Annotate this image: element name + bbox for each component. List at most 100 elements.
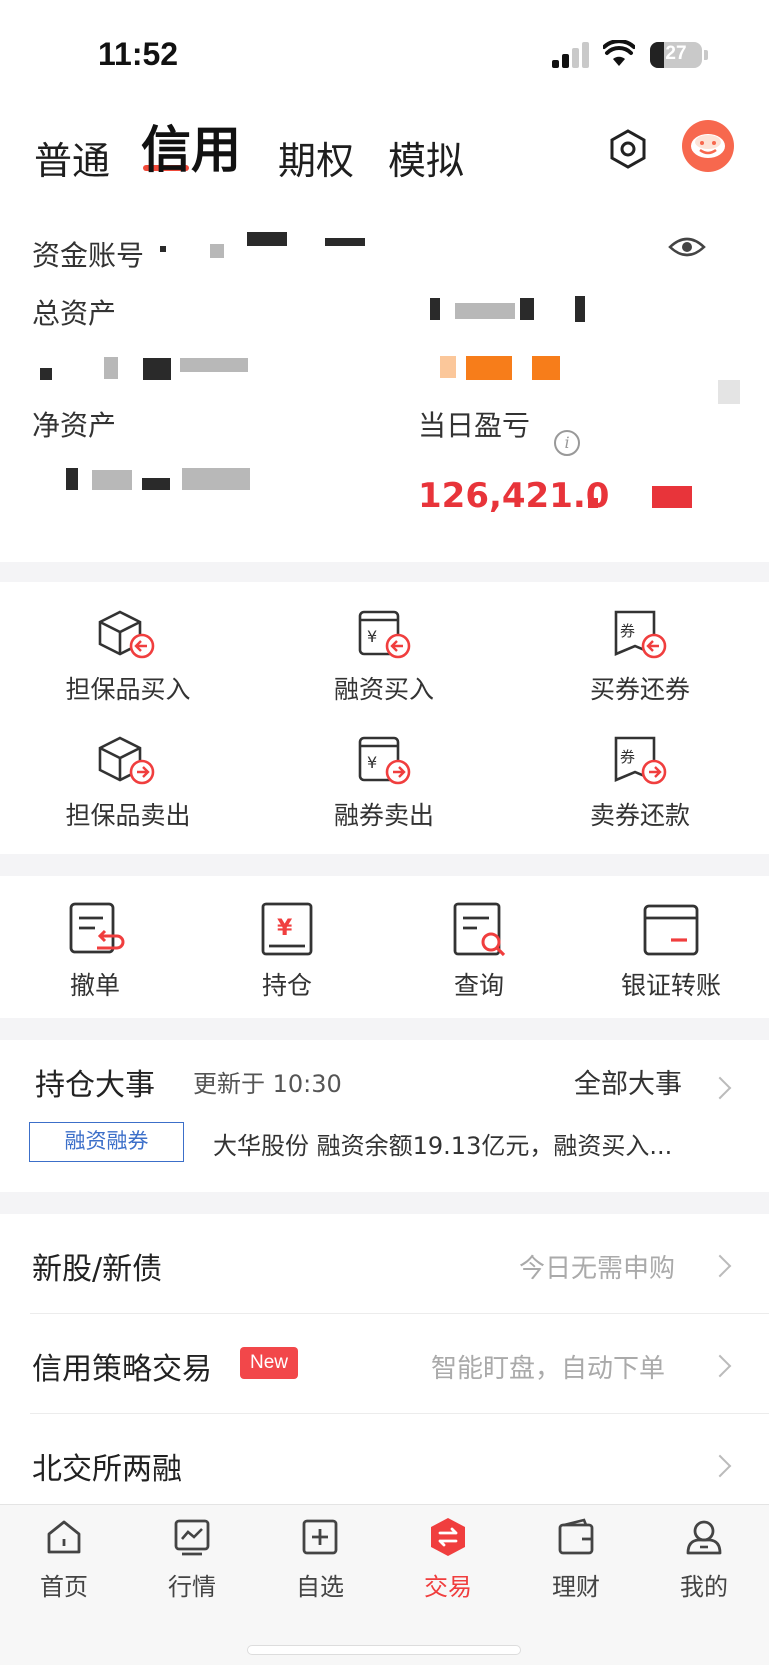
svg-text:¥: ¥ [367,627,377,646]
masked-value [532,356,560,380]
chevron-right-icon [708,1254,732,1278]
tab-options[interactable]: 期权 [278,130,354,185]
box-buy-icon [98,610,155,659]
tab-simulation[interactable]: 模拟 [388,130,464,185]
position-button[interactable]: ¥ 持仓 [192,900,382,1002]
daily-pnl-value: 126,421.0 [418,476,610,516]
all-events-link[interactable]: 全部大事 [574,1062,682,1101]
event-text[interactable]: 大华股份 融资余额19.13亿元，融资买入... [213,1126,733,1161]
trade-actions-grid: 担保品买入 ¥ 融资买入 券 买券还券 担保品卖出 ¥ 融券卖出 券 卖券还款 [0,582,769,854]
buy-securities-repay-label: 买券还券 [589,675,690,704]
list-item-new-shares[interactable]: 新股/新债 今日无需申购 [0,1214,769,1314]
masked-value [588,498,598,508]
sell-securities-repay-button[interactable]: 券 卖券还款 [540,732,740,832]
list-item-bse-margin[interactable]: 北交所两融 [0,1414,769,1514]
credit-strategy-desc: 智能盯盘，自动下单 [431,1354,666,1384]
eye-icon[interactable] [668,235,706,259]
collateral-buy-button[interactable]: 担保品买入 [28,606,228,706]
masked-value [718,380,740,404]
svg-text:券: 券 [620,622,635,640]
masked-text [575,296,585,322]
cartoon-avatar-icon [691,134,725,158]
collateral-buy-label: 担保品买入 [65,675,191,704]
nav-trade[interactable]: 交易 [398,1517,498,1602]
trade-tools: 撤单 ¥ 持仓 查询 银证转账 [0,876,769,1018]
daily-pnl-label: 当日盈亏 [418,409,531,442]
account-summary: 资金账号 总资产 净资产 当日盈亏 i 126,421.0 [0,200,769,562]
cancel-order-button[interactable]: 撤单 [0,900,190,1002]
event-tag: 融资融券 [29,1122,184,1162]
masked-value [652,486,692,508]
market-chart-icon [174,1519,210,1556]
nav-wealth[interactable]: 理财 [526,1517,626,1602]
sell-securities-repay-label: 卖券还款 [589,801,690,830]
feature-list: 新股/新债 今日无需申购 信用策略交易 New 智能盯盘，自动下单 北交所两融 [0,1214,769,1504]
list-item-credit-strategy[interactable]: 信用策略交易 New 智能盯盘，自动下单 [0,1314,769,1414]
masked-value [180,358,248,372]
yuan-sell-icon: ¥ [358,736,411,785]
coupon-sell-icon: 券 [614,736,667,785]
masked-text [455,303,515,319]
bottom-tab-bar: 首页 行情 自选 交易 理财 我的 [0,1504,769,1665]
tab-normal[interactable]: 普通 [34,130,110,185]
credit-strategy-title: 信用策略交易 [32,1352,212,1387]
coupon-buy-icon: 券 [614,610,667,659]
avatar[interactable] [682,120,734,172]
bank-transfer-label: 银证转账 [620,971,721,1000]
position-label: 持仓 [261,971,312,1000]
collateral-sell-button[interactable]: 担保品卖出 [28,732,228,832]
short-sell-button[interactable]: ¥ 融券卖出 [284,732,484,832]
buy-securities-repay-button[interactable]: 券 买券还券 [540,606,740,706]
cellular-signal-icon [552,42,592,68]
tab-credit[interactable]: 信用 [141,110,241,182]
net-assets-label: 净资产 [32,409,117,442]
account-number-label: 资金账号 [32,239,145,272]
battery-icon: 27 [650,42,702,68]
home-indicator [247,1645,521,1655]
margin-buy-label: 融资买入 [333,675,434,704]
masked-text [210,244,224,258]
nav-wealth-label: 理财 [552,1573,600,1601]
masked-value [66,468,78,490]
masked-value [40,368,52,380]
query-icon [453,902,506,957]
nav-home-label: 首页 [40,1573,88,1601]
nav-home[interactable]: 首页 [14,1517,114,1602]
masked-value [182,468,250,490]
margin-buy-button[interactable]: ¥ 融资买入 [284,606,484,706]
battery-percent: 27 [665,43,687,64]
query-button[interactable]: 查询 [384,900,574,1002]
cancel-order-label: 撤单 [69,971,120,1000]
svg-text:券: 券 [620,748,635,766]
status-time: 11:52 [98,36,179,72]
masked-text [160,246,166,252]
collateral-sell-label: 担保品卖出 [65,801,191,830]
box-sell-icon [98,736,155,785]
info-icon[interactable]: i [554,430,580,456]
yuan-buy-icon: ¥ [358,610,411,659]
new-shares-status: 今日无需申购 [519,1254,676,1284]
cancel-order-icon [69,902,125,954]
new-badge: New [240,1347,298,1379]
add-watchlist-icon [302,1519,338,1555]
masked-text [520,298,534,320]
nav-market-label: 行情 [168,1573,216,1601]
chevron-right-icon [708,1354,732,1378]
bank-transfer-button[interactable]: 银证转账 [576,900,766,1002]
chevron-right-icon [708,1076,732,1100]
bse-margin-title: 北交所两融 [32,1452,182,1487]
settings-icon[interactable] [608,129,648,169]
holding-events: 持仓大事 更新于 10:30 全部大事 融资融券 大华股份 融资余额19.13亿… [0,1040,769,1192]
short-sell-label: 融券卖出 [333,801,434,830]
masked-text [325,238,365,246]
position-icon: ¥ [261,902,313,956]
masked-text [247,232,287,246]
nav-market[interactable]: 行情 [142,1517,242,1602]
nav-watchlist[interactable]: 自选 [270,1517,370,1602]
new-shares-title: 新股/新债 [32,1252,163,1287]
status-bar: 11:52 27 [0,0,769,110]
nav-profile[interactable]: 我的 [654,1517,754,1602]
masked-value [142,478,170,490]
transfer-card-icon [643,904,699,956]
chevron-right-icon [708,1454,732,1478]
